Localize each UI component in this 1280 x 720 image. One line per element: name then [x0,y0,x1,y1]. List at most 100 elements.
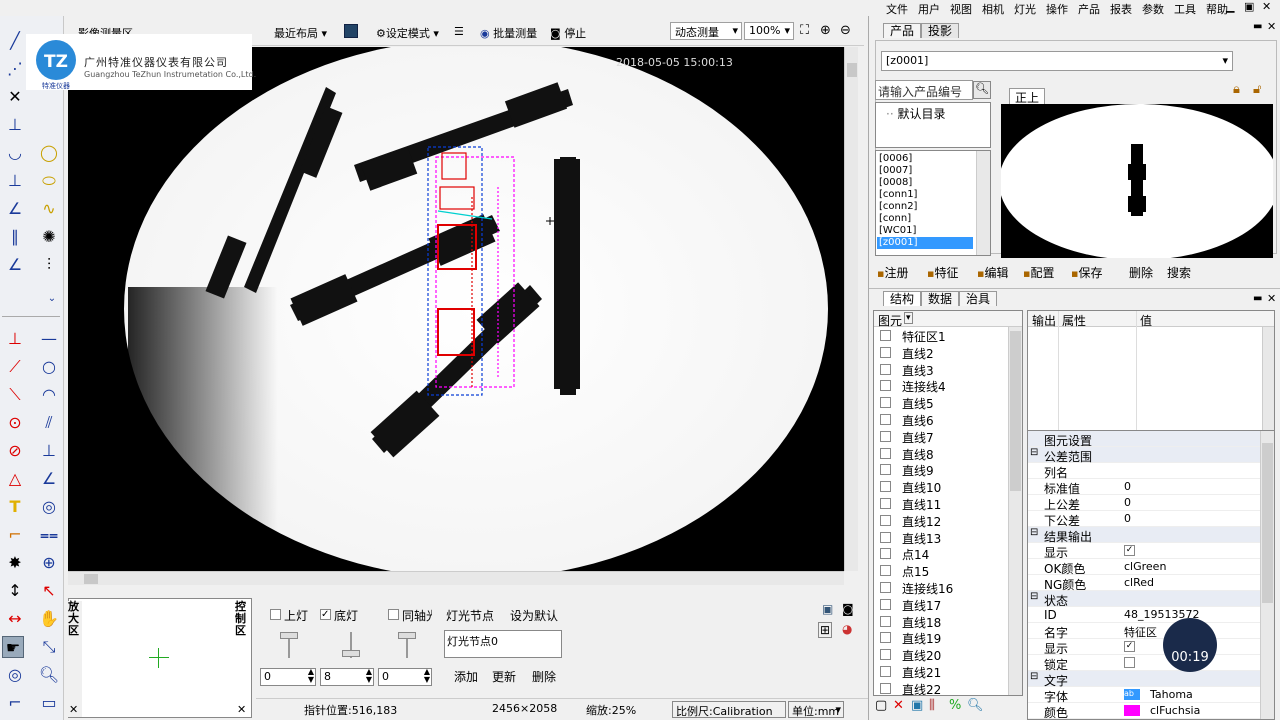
list-icon[interactable]: ☰ [454,25,464,38]
tab-structure-2[interactable]: 治具 [959,291,998,306]
design-mode-button[interactable]: ⚙设定模式 ▾ [376,25,439,41]
tree-item[interactable]: 直线21 [874,663,1008,680]
property-row[interactable]: 显示 ✓ [1028,639,1260,656]
menu-item[interactable]: 操作 [1046,1,1068,17]
circle-icon[interactable]: ○ [38,356,60,378]
triangle-icon[interactable]: △ [4,468,26,490]
property-row[interactable]: 下公差 0 [1028,511,1260,528]
tree-filter-icon[interactable]: ▾ [904,312,913,324]
hatch-icon[interactable]: ⫽ [38,412,60,434]
tree-item[interactable]: 直线20 [874,646,1008,663]
menu-item[interactable]: 工具 [1174,1,1196,17]
tree-item[interactable]: 直线19 [874,629,1008,646]
tree-item-checkbox[interactable] [880,447,891,459]
tree-item[interactable]: 直线7 [874,428,1008,445]
tree-item-checkbox[interactable] [880,498,891,509]
percent-icon[interactable]: % [949,698,961,713]
add-node-button[interactable]: 添加 [454,668,478,685]
delete-icon[interactable]: ✕ [893,698,904,713]
tree-item[interactable]: 直线22 [874,680,1008,695]
image-v-scrollbar[interactable] [844,47,858,571]
tree-item-checkbox[interactable] [880,615,891,627]
menu-item[interactable]: 灯光 [1014,1,1036,17]
color-wheel-icon[interactable]: ◕ [842,622,852,636]
perpendicular-icon[interactable]: ⊥ [4,170,26,192]
top-light-checkbox[interactable] [270,609,281,620]
circle-diameter-icon[interactable]: ⊘ [4,440,26,462]
tree-item[interactable]: 直线9 [874,461,1008,478]
close-icon[interactable]: ✕ [1262,0,1271,13]
property-checkbox[interactable] [1124,657,1135,668]
scroll-thumb[interactable] [1262,443,1273,603]
spin-arrows-icon[interactable]: ▲ ▼ [366,668,372,684]
vertical-dist-icon[interactable]: ⊥ [4,114,26,136]
spring-tool-icon[interactable]: ⫶ [38,254,60,276]
product-action-button[interactable]: 删除 [1129,264,1153,281]
grid-scrollbar[interactable] [1262,327,1274,445]
product-action-button[interactable]: ▪编辑 [977,264,1008,281]
columns-icon[interactable]: ⫼ [929,698,935,713]
new-icon[interactable]: ▢ [875,698,887,713]
star-tool-icon[interactable]: ✸ [4,552,26,574]
concentric-icon[interactable]: ◎ [38,496,60,518]
set-default-button[interactable]: 设为默认 [510,607,558,624]
top-light-spinner[interactable]: 0 ▲ ▼ [260,668,316,686]
element-tree[interactable]: 图元 ▾ 特征区1 直线2 直线3 连接线4 直线5 直线6 直线7 直线8 直线9 直线10 直线… [873,310,1023,696]
tree-item-checkbox[interactable] [880,430,891,442]
light-node-item[interactable]: 灯光节点0 [447,635,498,648]
product-list-item[interactable]: [0008] [877,177,973,189]
diagonal-dist-icon[interactable]: ⟋ [4,356,26,378]
ellipse-tool-icon[interactable]: ⬭ [38,170,60,192]
coaxial-light-slider[interactable] [396,630,418,660]
rect-select-icon[interactable]: ▭ [38,692,60,714]
bottom-light-checkbox[interactable]: ✓ [320,609,331,620]
cross-icon[interactable]: ✕ [4,86,26,108]
product-list-item[interactable]: [conn1] [877,189,973,201]
horizontal-line-icon[interactable]: — [38,328,60,350]
search-icon[interactable]: 🔍︎ [973,81,991,99]
scroll-thumb[interactable] [847,63,857,77]
coaxial-light-spinner[interactable]: 0 ▲ ▼ [378,668,432,686]
distance-icon[interactable]: ⊥ [4,328,26,350]
corner-tool-icon[interactable]: ⌐ [4,524,26,546]
property-category[interactable]: 图元设置 [1028,431,1260,448]
gear-tool-icon[interactable]: ✺ [38,226,60,248]
menu-item[interactable]: 用户 [918,1,940,17]
property-category[interactable]: ⊟ 文字 [1028,671,1260,688]
mode-select[interactable]: 动态测量 ▾ [670,22,742,40]
minimize-icon[interactable]: ▁ [1226,0,1234,13]
directory-tree[interactable]: ·· 默认目录 [875,102,991,148]
tree-item-checkbox[interactable] [880,380,891,392]
tree-item-checkbox[interactable] [880,565,891,577]
camera-view-icon[interactable]: ▣ [822,602,833,616]
point-line-icon[interactable]: ⋰ [4,58,26,80]
image-icon[interactable]: ▣ [911,698,923,713]
tree-item-checkbox[interactable] [880,414,891,425]
property-inspector[interactable]: 图元设置 ⊟ 公差范围 列名 标准值 0 上公差 0 下公差 0 ⊟ 结果输出 显示 ✓ OK颜色 clGre… [1027,430,1275,720]
tree-item[interactable]: 直线6 [874,411,1008,428]
circle-center-icon[interactable]: ⊙ [4,412,26,434]
scale-select[interactable]: 比例尺:Calibration [672,701,786,718]
property-row[interactable]: 上公差 0 [1028,495,1260,512]
property-row[interactable]: 颜色 clFuchsia [1028,703,1260,719]
tree-item-checkbox[interactable] [880,666,891,677]
menu-item[interactable]: 相机 [982,1,1004,17]
tab-projection[interactable]: 投影 [921,23,960,38]
tree-item[interactable]: 直线3 [874,361,1008,378]
product-list-item[interactable]: [conn] [877,213,973,225]
tree-item-checkbox[interactable] [880,531,891,543]
spin-arrows-icon[interactable]: ▲ ▼ [424,668,430,684]
tree-item[interactable]: 点14 [874,545,1008,562]
bottom-light-spinner[interactable]: 8 ▲ ▼ [320,668,374,686]
product-list-item[interactable]: [0007] [877,165,973,177]
tree-item[interactable]: 直线10 [874,478,1008,495]
tree-item[interactable]: 直线5 [874,394,1008,411]
property-scrollbar[interactable] [1260,431,1274,719]
menu-item[interactable]: 参数 [1142,1,1164,17]
property-checkbox[interactable]: ✓ [1124,641,1135,652]
unlock-icon[interactable]: 🔓︎ [1253,82,1261,97]
product-list-item[interactable]: [conn2] [877,201,973,213]
tree-item[interactable]: 点15 [874,562,1008,579]
circle-tool-icon[interactable]: ◯ [38,142,60,164]
property-category[interactable]: ⊟ 公差范围 [1028,447,1260,464]
